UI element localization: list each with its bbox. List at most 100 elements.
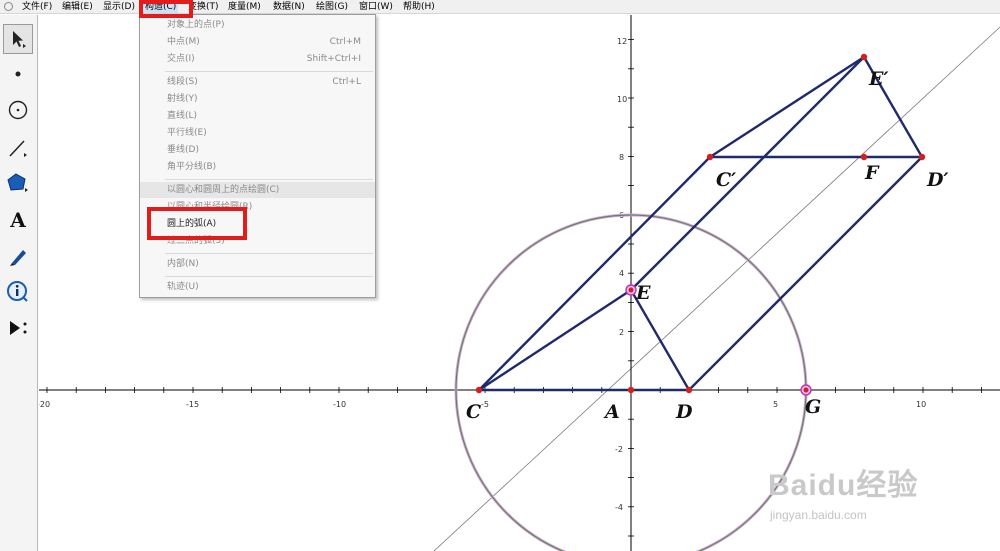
segment-dd-prime[interactable] <box>687 155 924 392</box>
custom-tool[interactable] <box>3 313 33 343</box>
arrow-select-icon <box>13 31 26 48</box>
straightedge-icon <box>9 140 27 157</box>
text-icon: A <box>10 208 26 232</box>
x-tick-label: 10 <box>916 400 926 409</box>
menu-item-line[interactable]: 直线(L) <box>140 108 375 124</box>
information-icon <box>7 281 28 302</box>
point-f[interactable] <box>860 153 868 161</box>
menu-item-intersection[interactable]: 交点(I) Shift+Ctrl+I <box>140 51 375 67</box>
segment-c-prime-e-prime[interactable] <box>708 55 866 159</box>
point-tool[interactable] <box>3 59 33 89</box>
x-tick-label: -10 <box>333 400 346 409</box>
point-e-prime[interactable] <box>860 53 868 61</box>
menu-item-midpoint[interactable]: 中点(M) Ctrl+M <box>140 34 375 50</box>
marker-tool[interactable] <box>3 241 33 271</box>
custom-tool-icon <box>10 321 27 335</box>
x-tick-label: 5 <box>773 400 778 409</box>
point-g[interactable] <box>803 387 809 393</box>
highlight-box-arc-on-circle <box>147 207 247 240</box>
label-c-prime[interactable]: C′ <box>716 169 736 191</box>
menu-item-point-on-object[interactable]: 对象上的点(P) <box>140 17 375 33</box>
menu-edit[interactable]: 编辑(E) <box>62 1 93 13</box>
point-icon <box>15 71 21 77</box>
menu-item-shortcut: Ctrl+L <box>332 77 361 87</box>
menu-item-label: 角平分线(B) <box>167 162 217 172</box>
compass-icon <box>8 100 28 120</box>
menu-separator <box>165 179 373 180</box>
segment-ee-prime[interactable] <box>629 55 866 292</box>
point-e[interactable] <box>628 287 634 293</box>
label-g[interactable]: G <box>805 396 821 418</box>
polygon-tool[interactable] <box>3 168 33 198</box>
point-d-prime[interactable] <box>918 153 926 161</box>
menu-file[interactable]: 文件(F) <box>22 1 52 13</box>
arrow-select-tool[interactable] <box>3 24 33 54</box>
segment-ed[interactable] <box>629 288 691 392</box>
x-tick-label: -15 <box>186 400 199 409</box>
menu-item-label: 线段(S) <box>167 77 198 87</box>
menu-item-label: 轨迹(U) <box>167 282 199 292</box>
menu-measure[interactable]: 度量(M) <box>228 1 261 13</box>
menu-item-label: 射线(Y) <box>167 94 198 104</box>
menu-item-label: 垂线(D) <box>167 145 199 155</box>
y-tick-label: -2 <box>615 445 623 454</box>
menu-item-label: 对象上的点(P) <box>167 20 225 30</box>
y-tick-label: -4 <box>615 503 623 512</box>
point-c-prime[interactable] <box>706 153 714 161</box>
watermark-url: jingyan.baidu.com <box>770 508 867 522</box>
label-e[interactable]: E <box>635 282 651 304</box>
menu-item-segment[interactable]: 线段(S) Ctrl+L <box>140 74 375 90</box>
segment-cc-prime[interactable] <box>477 155 712 392</box>
watermark-logo: Baidu经验 <box>768 469 919 502</box>
menu-separator <box>165 276 373 277</box>
information-tool[interactable] <box>3 277 33 307</box>
highlight-box-construct-menu <box>139 0 193 18</box>
y-tick-label: 2 <box>619 328 624 337</box>
menu-help[interactable]: 帮助(H) <box>403 1 435 13</box>
polygon-icon <box>7 173 28 192</box>
menu-item-shortcut: Shift+Ctrl+I <box>306 54 361 64</box>
menu-item-label: 直线(L) <box>167 111 198 121</box>
menu-item-label: 交点(I) <box>167 54 195 64</box>
marker-pen-icon <box>10 250 26 266</box>
point-c[interactable] <box>475 386 483 394</box>
label-d[interactable]: D <box>675 401 693 423</box>
menu-item-label: 以圆心和圆周上的点绘圆(C) <box>167 185 280 195</box>
menu-item-angle-bisector[interactable]: 角平分线(B) <box>140 159 375 175</box>
menu-item-ray[interactable]: 射线(Y) <box>140 91 375 107</box>
menu-separator <box>165 71 373 72</box>
menu-item-shortcut: Ctrl+M <box>329 37 361 47</box>
segment-ce[interactable] <box>477 288 633 392</box>
point-a[interactable] <box>627 386 635 394</box>
app-icon[interactable] <box>4 2 13 11</box>
y-tick-label: 10 <box>617 95 627 104</box>
y-tick-label: 12 <box>617 37 627 46</box>
straightedge-tool[interactable] <box>3 133 33 163</box>
label-c[interactable]: C <box>466 401 481 423</box>
menu-item-label: 平行线(E) <box>167 128 207 138</box>
menu-item-label: 中点(M) <box>167 37 200 47</box>
label-d-prime[interactable]: D′ <box>926 169 949 191</box>
x-tick-label: -5 <box>481 400 489 409</box>
menu-window[interactable]: 窗口(W) <box>359 1 393 13</box>
menu-separator <box>165 253 373 254</box>
menu-display[interactable]: 显示(D) <box>103 1 135 13</box>
text-tool[interactable]: A <box>3 205 33 235</box>
baidu-jingyan-watermark: Baidu经验 jingyan.baidu.com <box>768 460 993 540</box>
menu-data[interactable]: 数据(N) <box>273 1 305 13</box>
menu-item-parallel-line[interactable]: 平行线(E) <box>140 125 375 141</box>
menu-graph[interactable]: 绘图(G) <box>316 1 348 13</box>
x-tick-label: -20 <box>39 400 50 409</box>
construct-menu-dropdown: 对象上的点(P) 中点(M) Ctrl+M 交点(I) Shift+Ctrl+I… <box>139 14 376 298</box>
menu-item-label: 内部(N) <box>167 259 199 269</box>
label-a[interactable]: A <box>603 401 620 423</box>
point-d[interactable] <box>685 386 693 394</box>
menu-item-interior[interactable]: 内部(N) <box>140 256 375 272</box>
compass-tool[interactable] <box>3 95 33 125</box>
label-f[interactable]: F <box>864 162 880 184</box>
toolbox: A <box>0 15 38 551</box>
label-e-prime[interactable]: E′ <box>868 68 889 90</box>
menu-item-perpendicular-line[interactable]: 垂线(D) <box>140 142 375 158</box>
menu-item-locus[interactable]: 轨迹(U) <box>140 279 375 295</box>
menu-item-circle-by-center-point[interactable]: 以圆心和圆周上的点绘圆(C) <box>140 182 375 198</box>
